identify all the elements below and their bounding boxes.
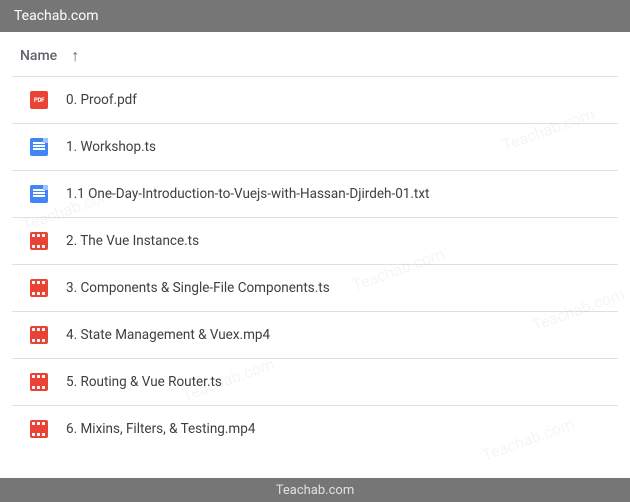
content-area: Name ↑ PDF 0. Proof.pdf 1. Workshop.ts 1… <box>12 32 618 478</box>
bottom-bar: Teachab.com <box>0 478 630 502</box>
file-row[interactable]: 3. Components & Single-File Components.t… <box>12 264 618 311</box>
file-name: 0. Proof.pdf <box>66 92 137 108</box>
column-header-row[interactable]: Name ↑ <box>12 32 618 76</box>
bottom-bar-title: Teachab.com <box>276 483 354 498</box>
file-row[interactable]: 2. The Vue Instance.ts <box>12 217 618 264</box>
file-name: 1. Workshop.ts <box>66 139 156 155</box>
top-bar-title: Teachab.com <box>14 8 99 24</box>
file-name: 4. State Management & Vuex.mp4 <box>66 327 270 343</box>
document-icon <box>30 185 48 203</box>
pdf-icon: PDF <box>30 91 48 109</box>
file-row[interactable]: 1. Workshop.ts <box>12 123 618 170</box>
file-row[interactable]: 1.1 One-Day-Introduction-to-Vuejs-with-H… <box>12 170 618 217</box>
file-row[interactable]: 4. State Management & Vuex.mp4 <box>12 311 618 358</box>
column-header-name: Name <box>20 48 57 64</box>
video-icon <box>30 279 48 297</box>
video-icon <box>30 373 48 391</box>
file-row[interactable]: PDF 0. Proof.pdf <box>12 76 618 123</box>
document-icon <box>30 138 48 156</box>
file-name: 2. The Vue Instance.ts <box>66 233 199 249</box>
file-name: 3. Components & Single-File Components.t… <box>66 280 330 296</box>
file-list: PDF 0. Proof.pdf 1. Workshop.ts 1.1 One-… <box>12 76 618 452</box>
video-icon <box>30 232 48 250</box>
video-icon <box>30 326 48 344</box>
file-name: 5. Routing & Vue Router.ts <box>66 374 222 390</box>
file-row[interactable]: 6. Mixins, Filters, & Testing.mp4 <box>12 405 618 452</box>
sort-ascending-icon: ↑ <box>71 46 79 66</box>
file-row[interactable]: 5. Routing & Vue Router.ts <box>12 358 618 405</box>
video-icon <box>30 420 48 438</box>
file-name: 6. Mixins, Filters, & Testing.mp4 <box>66 421 255 437</box>
top-bar: Teachab.com <box>0 0 630 32</box>
file-name: 1.1 One-Day-Introduction-to-Vuejs-with-H… <box>66 186 429 202</box>
